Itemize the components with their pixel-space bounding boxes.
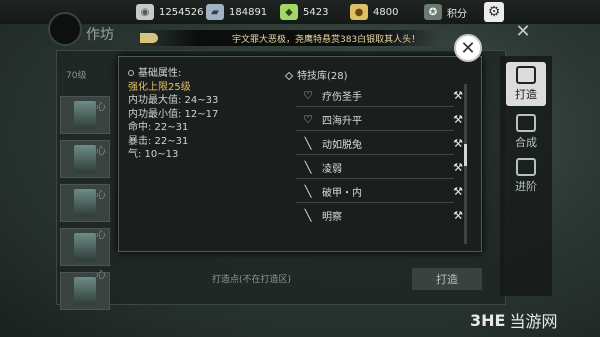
item-thumbnail — [74, 101, 96, 129]
list-item[interactable]: ♡ 疗伤圣手 ⚒ — [286, 83, 470, 107]
tab-label: 进阶 — [515, 180, 537, 193]
blade-icon: ╲ — [304, 208, 312, 222]
resource-value: 4800 — [373, 6, 399, 18]
hammer-icon: ⚒ — [453, 88, 463, 102]
avatar — [48, 12, 82, 46]
upgrade-icon — [516, 158, 536, 176]
item-thumbnail — [74, 145, 96, 173]
resource-gold-coin: ● 4800 — [350, 2, 398, 22]
bullet-icon — [284, 71, 294, 81]
list-item[interactable]: ╲ 动如脱兔 ⚒ — [286, 131, 470, 155]
list-item-label: 心 — [96, 270, 106, 281]
resource-silver-ingot: ▰ 184891 — [206, 2, 267, 22]
tab-forge[interactable]: 打造 — [506, 62, 546, 106]
hammer-icon: ⚒ — [453, 160, 463, 174]
background-title: 作坊 — [86, 27, 114, 43]
jade-icon: ◆ — [280, 4, 298, 20]
horn-icon — [140, 33, 158, 43]
skill-list-scrollbar[interactable] — [464, 84, 467, 244]
forge-hint: 打造点(不在打造区) — [212, 275, 292, 285]
resource-score[interactable]: ✪ 积分 — [424, 2, 467, 22]
blade-icon: ╲ — [304, 184, 312, 198]
tab-upgrade[interactable]: 进阶 — [506, 158, 546, 194]
skill-library-heading: 特技库(28) — [284, 67, 348, 82]
forge-button[interactable]: 打造 — [412, 268, 482, 290]
banner-text: 宇文罪大恶极，尧鹰特悬赏383白银取其人头！ — [232, 34, 421, 45]
attribute-section: 基础属性: 强化上限25级 内功最大值: 24~33 内功最小值: 12~17 … — [128, 67, 218, 162]
background-level: 70级 — [66, 71, 87, 81]
list-item-label: 心 — [96, 190, 106, 201]
tab-merge[interactable]: 合成 — [506, 114, 546, 150]
resource-jade: ◆ 5423 — [280, 2, 328, 22]
heart-icon: ♡ — [303, 112, 313, 126]
item-thumbnail — [74, 189, 96, 217]
heart-icon: ♡ — [303, 88, 313, 102]
watermark-logo: 3HE — [470, 310, 506, 330]
attribute-row: 命中: 22~31 — [128, 122, 189, 133]
resource-silver-coin: ◉ 1254526 — [136, 2, 204, 22]
resource-value: 5423 — [303, 6, 329, 18]
silver-coin-icon: ◉ — [136, 4, 154, 20]
list-item[interactable]: ╲ 明察 ⚒ — [286, 203, 470, 227]
skill-name: 动如脱兔 — [322, 139, 362, 151]
hammer-icon: ⚒ — [453, 136, 463, 150]
tab-label: 合成 — [515, 136, 537, 149]
watermark: 3HE 当游网 — [470, 308, 557, 332]
watermark-site: 当游网 — [509, 312, 558, 331]
enhance-limit: 强化上限25级 — [128, 81, 191, 93]
item-thumbnail — [74, 233, 96, 261]
scrollbar-thumb[interactable] — [464, 144, 467, 166]
settings-gear-icon[interactable]: ⚙ — [484, 2, 504, 22]
resource-value: 1254526 — [159, 6, 204, 18]
tab-label: 打造 — [515, 88, 537, 101]
attribute-row: 内功最大值: 24~33 — [128, 95, 219, 106]
resource-value: 积分 — [447, 8, 467, 20]
attribute-row: 气: 10~13 — [128, 149, 179, 160]
list-item[interactable]: ♡ 四海升平 ⚒ — [286, 107, 470, 131]
score-icon: ✪ — [424, 4, 442, 20]
list-item-label: 心 — [96, 230, 106, 241]
resource-value: 184891 — [229, 6, 268, 18]
hammer-icon: ⚒ — [453, 112, 463, 126]
skill-list: ♡ 疗伤圣手 ⚒ ♡ 四海升平 ⚒ ╲ 动如脱兔 ⚒ ╲ 凌弱 ⚒ ╲ 破甲・内… — [286, 83, 470, 227]
list-item[interactable]: ╲ 破甲・内 ⚒ — [286, 179, 470, 203]
list-item-label: 心 — [96, 146, 106, 157]
bullet-icon — [128, 70, 134, 76]
skill-name: 四海升平 — [322, 115, 362, 127]
list-item[interactable]: ╲ 凌弱 ⚒ — [286, 155, 470, 179]
blade-icon: ╲ — [304, 160, 312, 174]
attribute-row: 暴击: 22~31 — [128, 135, 189, 147]
background-item-list — [60, 96, 110, 316]
close-icon[interactable]: ✕ — [454, 34, 482, 62]
hammer-icon: ⚒ — [453, 208, 463, 222]
list-item-label: 心 — [96, 102, 106, 113]
silver-ingot-icon: ▰ — [206, 4, 224, 20]
resource-bar: ◉ 1254526 ▰ 184891 ◆ 5423 ● 4800 ✪ 积分 ⚙ — [0, 0, 600, 24]
skill-name: 明察 — [322, 211, 342, 223]
anvil-icon — [516, 66, 536, 84]
attribute-heading: 基础属性: — [128, 67, 218, 81]
hammer-icon: ⚒ — [453, 184, 463, 198]
announcement-banner: 宇文罪大恶极，尧鹰特悬赏383白银取其人头！ — [136, 30, 438, 46]
item-thumbnail — [74, 277, 96, 305]
background-close-icon[interactable]: ✕ — [512, 20, 534, 42]
skill-name: 凌弱 — [322, 163, 342, 175]
blade-icon: ╲ — [304, 136, 312, 150]
attribute-row: 内功最小值: 12~17 — [128, 108, 219, 120]
skill-name: 疗伤圣手 — [322, 91, 362, 103]
merge-icon — [516, 114, 536, 132]
gold-coin-icon: ● — [350, 4, 368, 20]
skill-name: 破甲・内 — [322, 187, 362, 199]
